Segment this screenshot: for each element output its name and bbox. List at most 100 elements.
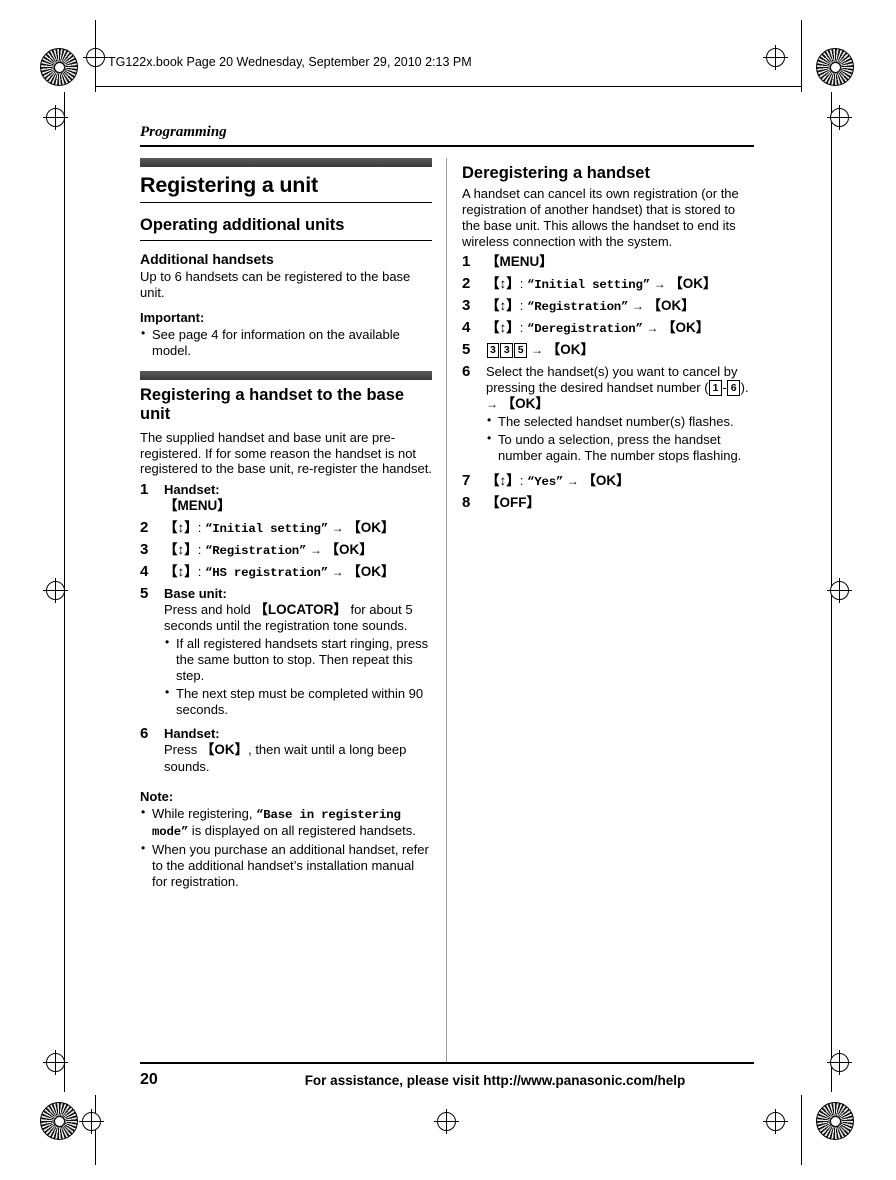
- note-text-post: is displayed on all registered handsets.: [188, 822, 416, 838]
- step-number: 2: [462, 274, 471, 292]
- digit-key-5: 5: [514, 342, 528, 359]
- left-steps-list: 1 Handset: 【MENU】 2 【↕】: “Initial settin…: [140, 481, 432, 774]
- step-3: 3 【↕】: “Registration” → 【OK】: [462, 297, 754, 315]
- footer-assistance-text: For assistance, please visit http://www.…: [304, 1073, 686, 1088]
- arrow-icon: →: [486, 396, 498, 411]
- title-underline: [140, 202, 432, 204]
- list-item: If all registered handsets start ringing…: [164, 635, 432, 684]
- arrow-icon: →: [631, 299, 644, 314]
- range-close: ).: [740, 379, 749, 395]
- colon: :: [519, 472, 527, 488]
- arrow-icon: →: [653, 276, 666, 291]
- page-title: Registering a unit: [140, 173, 318, 197]
- arrow-icon: →: [331, 564, 344, 579]
- key-ok: 【OK】: [546, 342, 595, 358]
- colon: :: [197, 563, 205, 579]
- step-2: 2 【↕】: “Initial setting” → 【OK】: [140, 518, 432, 537]
- footer-divider: [140, 1062, 754, 1064]
- step-2: 2 【↕】: “Initial setting” → 【OK】: [462, 274, 754, 293]
- menu-text: “Registration”: [204, 543, 307, 558]
- heading-additional-handsets: Additional handsets: [140, 251, 274, 268]
- step-6: 6 Select the handset(s) you want to canc…: [462, 362, 754, 464]
- note-text-pre: While registering,: [152, 805, 257, 821]
- step-3: 3 【↕】: “Registration” → 【OK】: [140, 540, 432, 559]
- heading-operating-additional-units: Operating additional units: [140, 216, 345, 235]
- column-divider: [446, 158, 447, 1064]
- note-bullet-list: While registering, “Base in registering …: [140, 805, 432, 890]
- joystick-icon: 【↕】: [486, 275, 520, 291]
- filename-header: TG122x.book Page 20 Wednesday, September…: [108, 55, 472, 69]
- step-1: 1 Handset: 【MENU】: [140, 481, 432, 514]
- right-steps-list: 1 【MENU】 2 【↕】: “Initial setting” → 【OK】…: [462, 253, 754, 511]
- step-4: 4 【↕】: “HS registration” → 【OK】: [140, 563, 432, 581]
- digit-key-3a: 3: [486, 342, 500, 359]
- step-1: 1 【MENU】: [462, 253, 754, 271]
- note-label: Note:: [140, 788, 174, 804]
- paragraph-handset-capacity: Up to 6 handsets can be registered to th…: [140, 269, 411, 301]
- digit-key-3b: 3: [500, 342, 514, 359]
- step-number: 8: [462, 493, 471, 511]
- arrow-icon: →: [331, 520, 344, 535]
- list-item: When you purchase an additional handset,…: [140, 841, 432, 890]
- key-ok: 【OK】: [662, 320, 710, 336]
- joystick-icon: 【↕】: [486, 472, 520, 488]
- right-column: Deregistering a handset A handset can ca…: [462, 158, 754, 511]
- arrow-icon: →: [566, 473, 579, 488]
- menu-text: “Yes”: [526, 474, 564, 489]
- colon: :: [197, 519, 205, 535]
- step-number: 6: [462, 362, 471, 380]
- step-7: 7 【↕】: “Yes” → 【OK】: [462, 472, 754, 490]
- key-ok: 【OK】: [347, 519, 395, 535]
- step-label: Base unit:: [164, 586, 227, 601]
- step-text-pre: Press: [164, 742, 201, 758]
- key-ok: 【OK】: [200, 742, 249, 758]
- step-number: 2: [140, 518, 149, 536]
- menu-text: “Deregistration”: [526, 322, 643, 337]
- step-number: 3: [140, 540, 149, 558]
- step-text-pre: Press and hold: [164, 601, 255, 617]
- left-column: Registering a unit Operating additional …: [140, 158, 432, 890]
- colon: :: [519, 298, 527, 314]
- step-5-bullets: If all registered handsets start ringing…: [164, 635, 432, 718]
- joystick-icon: 【↕】: [164, 541, 198, 557]
- step-number: 1: [140, 481, 149, 499]
- key-ok: 【OK】: [325, 541, 373, 557]
- digit-key-1: 1: [709, 380, 722, 396]
- menu-text: “Initial setting”: [204, 521, 328, 536]
- step-6: 6 Handset: Press 【OK】, then wait until a…: [140, 725, 432, 774]
- step-body-text: Select the handset(s) you want to cancel…: [486, 363, 738, 395]
- key-ok: 【OK】: [647, 298, 695, 314]
- key-ok: 【OK】: [582, 472, 630, 488]
- step-number: 3: [462, 297, 471, 315]
- key-ok: 【OK】: [347, 563, 395, 579]
- key-menu: 【MENU】: [486, 254, 553, 270]
- important-bullet-list: See page 4 for information on the availa…: [140, 326, 432, 359]
- list-item: To undo a selection, press the handset n…: [486, 431, 754, 464]
- colon: :: [519, 275, 527, 291]
- step-number: 4: [462, 319, 471, 337]
- step-number: 5: [462, 341, 471, 359]
- list-item: The next step must be completed within 9…: [164, 685, 432, 718]
- heading-deregistering-handset: Deregistering a handset: [462, 164, 650, 182]
- important-label: Important:: [140, 310, 205, 325]
- arrow-icon: →: [531, 343, 544, 358]
- step-5: 5 Base unit: Press and hold 【LOCATOR】 fo…: [140, 585, 432, 718]
- heading-underline-1: [140, 240, 432, 242]
- list-item: While registering, “Base in registering …: [140, 805, 432, 840]
- arrow-icon: →: [309, 542, 322, 557]
- key-locator: 【LOCATOR】: [254, 601, 347, 617]
- colon: :: [519, 320, 527, 336]
- paragraph-deregistration-intro: A handset can cancel its own registratio…: [462, 186, 739, 249]
- joystick-icon: 【↕】: [486, 320, 520, 336]
- joystick-icon: 【↕】: [164, 563, 198, 579]
- key-menu: 【MENU】: [164, 498, 231, 514]
- step-number: 6: [140, 725, 149, 743]
- paragraph-preregistered: The supplied handset and base unit are p…: [140, 429, 432, 477]
- digit-key-6: 6: [727, 380, 741, 396]
- step-5: 5 335 → 【OK】: [462, 341, 754, 359]
- range-open: (: [704, 379, 709, 395]
- heading-registering-handset: Registering a handset to the base unit: [140, 385, 405, 423]
- step-number: 1: [462, 253, 471, 271]
- key-off: 【OFF】: [486, 494, 540, 510]
- header-divider: [95, 86, 801, 87]
